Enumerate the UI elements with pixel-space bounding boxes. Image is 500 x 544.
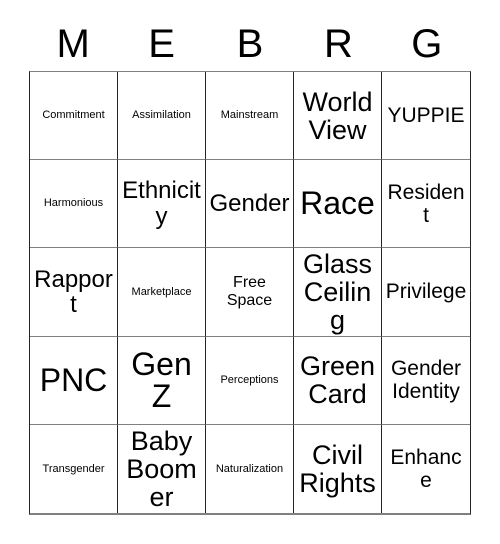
bingo-cell-label: Marketplace bbox=[131, 285, 192, 298]
bingo-header-letter-3: R bbox=[323, 21, 353, 66]
bingo-cell-label: Civil Rights bbox=[299, 439, 376, 498]
bingo-cell-r5-c3[interactable]: Naturalization bbox=[206, 424, 294, 513]
bingo-cell-r5-c4[interactable]: Civil Rights bbox=[294, 424, 382, 513]
bingo-cell-r1-c4[interactable]: World View bbox=[294, 72, 382, 161]
bingo-cell-r1-c5[interactable]: YUPPIE bbox=[382, 72, 470, 161]
bingo-cell-label: Free Space bbox=[226, 273, 273, 309]
bingo-cell-r5-c2[interactable]: Baby Boomer bbox=[118, 424, 206, 513]
bingo-cell-label: Gender Identity bbox=[390, 357, 462, 404]
bingo-cell-label: Naturalization bbox=[215, 462, 284, 475]
bingo-header-letter-0: M bbox=[56, 21, 90, 66]
bingo-cell-label: Perceptions bbox=[220, 373, 279, 386]
bingo-cell-r2-c3[interactable]: Gender bbox=[206, 160, 294, 249]
bingo-header-row: MEBRG bbox=[29, 16, 471, 71]
bingo-cell-label: Baby Boomer bbox=[126, 425, 197, 512]
bingo-cell-r1-c3[interactable]: Mainstream bbox=[206, 72, 294, 161]
bingo-cell-label: Gender bbox=[209, 190, 290, 218]
bingo-cell-r4-c3[interactable]: Perceptions bbox=[206, 336, 294, 425]
bingo-cell-label: Mainstream bbox=[220, 109, 279, 122]
bingo-cell-r4-c4[interactable]: Green Card bbox=[294, 336, 382, 425]
bingo-header-letter-4: G bbox=[411, 21, 443, 66]
bingo-cell-label: PNC bbox=[39, 361, 108, 398]
bingo-cell-label: Race bbox=[300, 185, 375, 222]
bingo-card: M E B R G Commitment Assimilation Mainstream Wo… bbox=[0, 0, 500, 544]
bingo-cell-label: Ethnicity bbox=[122, 177, 201, 230]
bingo-cell-label: Harmonious bbox=[43, 197, 104, 210]
bingo-cell-label: Rapport bbox=[34, 265, 113, 318]
bingo-cell-label: Transgender bbox=[42, 462, 105, 475]
bingo-cell-r2-c4[interactable]: Race bbox=[294, 160, 382, 249]
bingo-cell-r1-c1[interactable]: Commitment bbox=[30, 72, 118, 161]
bingo-cell-label: Privilege bbox=[385, 280, 467, 304]
bingo-cell-label: Green Card bbox=[299, 351, 376, 410]
bingo-cell-label: Commitment bbox=[42, 109, 105, 122]
bingo-cell-r3-c5[interactable]: Privilege bbox=[382, 248, 470, 337]
bingo-cell-r5-c1[interactable]: Transgender bbox=[30, 424, 118, 513]
bingo-cell-r5-c5[interactable]: Enhance bbox=[382, 424, 470, 513]
bingo-header-letter-2: B bbox=[236, 21, 264, 66]
bingo-cell-r3-c2[interactable]: Marketplace bbox=[118, 248, 206, 337]
bingo-cell-r4-c1[interactable]: PNC bbox=[30, 336, 118, 425]
bingo-cell-label: Resident bbox=[387, 180, 465, 227]
bingo-cell-r3-c4[interactable]: Glass Ceiling bbox=[294, 248, 382, 337]
bingo-cell-label: World View bbox=[302, 86, 373, 145]
bingo-cell-r2-c5[interactable]: Resident bbox=[382, 160, 470, 249]
bingo-cell-r4-c5[interactable]: Gender Identity bbox=[382, 336, 470, 425]
bingo-cell-label: Assimilation bbox=[132, 109, 191, 122]
bingo-cell-r3-c1[interactable]: Rapport bbox=[30, 248, 118, 337]
bingo-cell-r4-c2[interactable]: Gen Z bbox=[118, 336, 206, 425]
bingo-cell-r2-c2[interactable]: Ethnicity bbox=[118, 160, 206, 249]
bingo-cell-r1-c2[interactable]: Assimilation bbox=[118, 72, 206, 161]
bingo-header-letter-1: E bbox=[148, 21, 175, 66]
bingo-cell-label: Gen Z bbox=[131, 345, 192, 415]
bingo-cell-label: Enhance bbox=[390, 445, 462, 492]
bingo-cell-r3-c3[interactable]: Free Space bbox=[206, 248, 294, 337]
bingo-grid: Commitment Assimilation Mainstream World Vi… bbox=[29, 71, 471, 515]
bingo-cell-label: YUPPIE bbox=[387, 104, 465, 128]
bingo-cell-r2-c1[interactable]: Harmonious bbox=[30, 160, 118, 249]
bingo-cell-label: Glass Ceiling bbox=[302, 248, 373, 336]
